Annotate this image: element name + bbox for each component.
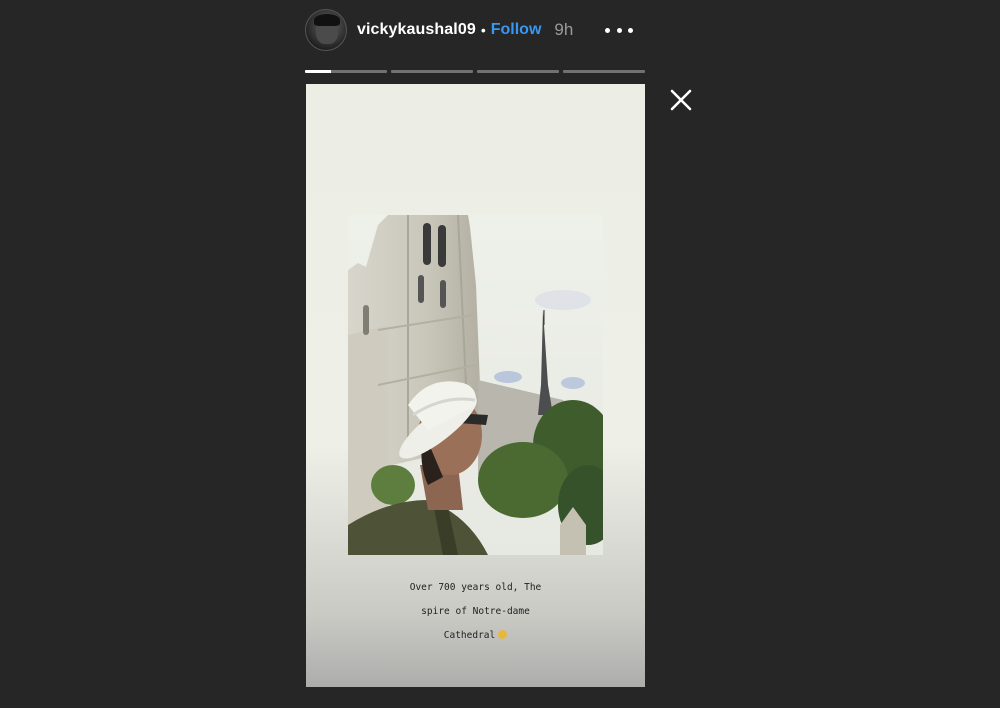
story-header: vickykaushal09 • Follow 9h	[305, 8, 645, 52]
username-link[interactable]: vickykaushal09	[357, 21, 476, 39]
more-dot	[628, 27, 633, 33]
story-photo	[348, 215, 603, 555]
profile-avatar[interactable]	[305, 9, 347, 51]
story-viewer: vickykaushal09 • Follow 9h Over 700 year…	[0, 0, 1000, 708]
story-caption: Over 700 years old, The spire of Notre-d…	[306, 570, 645, 654]
caption-line: Over 700 years old, The	[409, 582, 542, 593]
caption-line-with-emoji: Cathedral	[306, 630, 645, 642]
more-dot	[605, 27, 610, 33]
avatar-hair	[314, 14, 340, 26]
progress-segment	[477, 70, 559, 73]
separator-dot: •	[480, 22, 486, 38]
progress-segment	[305, 70, 387, 73]
progress-segment	[391, 70, 473, 73]
close-icon[interactable]	[668, 87, 694, 113]
progress-segment	[563, 70, 645, 73]
story-progress-bar	[305, 70, 645, 73]
smiling-face-emoji	[498, 630, 508, 639]
caption-line: Cathedral	[443, 630, 496, 641]
follow-button[interactable]: Follow	[491, 21, 542, 39]
more-dot	[616, 27, 622, 33]
story-media[interactable]: Over 700 years old, The spire of Notre-d…	[306, 84, 645, 687]
caption-line: spire of Notre-dame	[421, 606, 530, 617]
more-options-icon[interactable]	[605, 21, 633, 39]
post-time: 9h	[554, 20, 574, 39]
